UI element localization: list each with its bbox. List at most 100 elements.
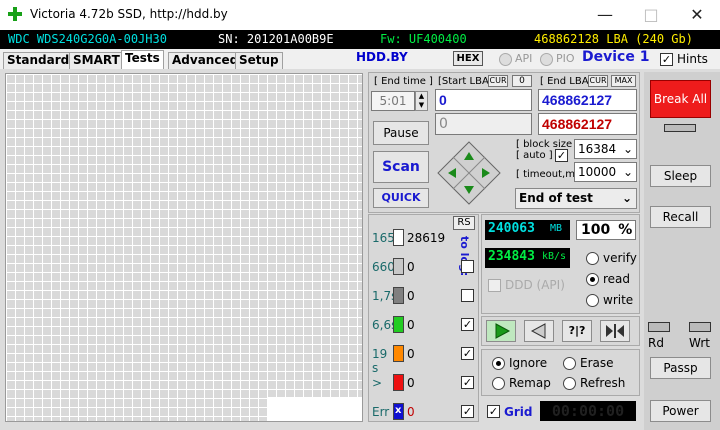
quick-button[interactable]: QUICK — [373, 188, 429, 208]
stat-log-checkbox[interactable]: ✓ — [461, 405, 474, 418]
title-bar: Victoria 4.72b SSD, http://hdd.by — □ ✕ — [0, 0, 720, 30]
rd-label: Rd — [648, 336, 664, 350]
rewind-icon — [530, 323, 546, 339]
break-indicator — [664, 124, 696, 132]
app-cross-icon — [8, 7, 22, 21]
stat-count: 0 — [407, 347, 415, 361]
end-button[interactable] — [600, 320, 630, 342]
ignore-radio[interactable] — [492, 357, 505, 370]
scan-button[interactable]: Scan — [373, 151, 429, 183]
end-cur-button[interactable]: CUR — [588, 75, 608, 87]
break-all-button[interactable]: Break All — [650, 80, 711, 118]
remap-label: Remap — [509, 376, 551, 390]
hex-button[interactable]: HEX — [453, 51, 483, 66]
grid-checkbox[interactable]: ✓ — [487, 405, 500, 418]
timeout-select[interactable]: 10000 ⌄ — [574, 162, 637, 182]
maximize-button[interactable]: □ — [628, 0, 674, 30]
start-cur-button[interactable]: CUR — [488, 75, 508, 87]
rs-button[interactable]: RS — [453, 216, 475, 230]
power-button[interactable]: Power — [650, 400, 711, 422]
tab-smart[interactable]: SMART — [69, 52, 124, 69]
end-action-value: End of test — [519, 191, 593, 205]
stat-log-checkbox[interactable] — [461, 289, 474, 302]
passp-button[interactable]: Passp — [650, 357, 711, 379]
tab-standard[interactable]: Standard — [3, 52, 74, 69]
mb-unit: MB — [550, 223, 563, 234]
stat-color-swatch — [393, 374, 404, 391]
recall-button[interactable]: Recall — [650, 206, 711, 228]
drive-capacity: 468862128 LBA (240 Gb) — [534, 32, 693, 46]
percent-value: 100 — [581, 222, 611, 238]
remap-radio[interactable] — [492, 377, 505, 390]
wrt-indicator — [689, 322, 711, 332]
start-lba-label: [Start LBA] — [438, 76, 493, 87]
chevron-down-icon: ⌄ — [622, 165, 633, 179]
stat-log-checkbox[interactable]: ✓ — [461, 318, 474, 331]
read-radio[interactable] — [586, 273, 599, 286]
mb-value: 240063 — [488, 221, 535, 236]
grid-label: Grid — [504, 405, 533, 419]
end-time-spinner[interactable]: ▲ ▼ — [415, 91, 428, 111]
stat-label: 660 — [372, 260, 395, 274]
write-label: write — [603, 293, 634, 307]
hints-checkbox[interactable]: ✓ — [660, 53, 673, 66]
close-button[interactable]: ✕ — [674, 0, 720, 30]
start-zero-button[interactable]: 0 — [512, 75, 532, 87]
refresh-label: Refresh — [580, 376, 626, 390]
sleep-button[interactable]: Sleep — [650, 165, 711, 187]
pause-button[interactable]: Pause — [373, 121, 429, 145]
scan-map-cells — [6, 74, 362, 421]
stat-log-checkbox[interactable]: ✓ — [461, 376, 474, 389]
verify-radio[interactable] — [586, 252, 599, 265]
auto-checkbox[interactable]: ✓ — [555, 149, 568, 162]
write-radio[interactable] — [586, 294, 599, 307]
drive-info-bar: WDC WDS240G2G0A-00JH30 SN: 201201A00B9E … — [0, 30, 720, 49]
pio-radio[interactable] — [540, 53, 553, 66]
ddd-checkbox[interactable] — [488, 279, 501, 292]
ignore-label: Ignore — [509, 356, 548, 370]
read-label: read — [603, 272, 631, 286]
erase-radio[interactable] — [563, 357, 576, 370]
api-label: API — [515, 52, 533, 65]
stat-color-swatch: x — [393, 403, 404, 420]
percent-display: 100% — [576, 220, 636, 240]
stat-log-checkbox[interactable]: ✓ — [461, 347, 474, 360]
erase-label: Erase — [580, 356, 614, 370]
hints-label: Hints — [677, 52, 708, 66]
end-time-field[interactable]: 5:01 — [371, 91, 415, 111]
start-lba-input[interactable]: 0 — [435, 89, 532, 111]
stat-color-swatch — [393, 229, 404, 246]
api-radio[interactable] — [499, 53, 512, 66]
auto-label: [ auto ] — [516, 150, 553, 161]
direction-pad[interactable] — [436, 140, 502, 206]
wrt-label: Wrt — [689, 336, 710, 350]
end-action-select[interactable]: End of test ⌄ — [515, 188, 637, 209]
speed-value: 234843 — [488, 249, 535, 264]
site-label[interactable]: HDD.BY — [356, 50, 408, 64]
minimize-button[interactable]: — — [582, 0, 628, 30]
refresh-radio[interactable] — [563, 377, 576, 390]
stat-label: > — [372, 376, 383, 390]
rewind-button[interactable] — [524, 320, 554, 342]
stat-log-checkbox[interactable] — [461, 260, 474, 273]
end-max-button[interactable]: MAX — [611, 75, 636, 87]
end-lba-input[interactable]: 468862127 — [538, 89, 637, 111]
speed-unit: kB/s — [542, 251, 567, 262]
stat-label: Err — [372, 405, 390, 419]
tab-tests[interactable]: Tests — [121, 50, 164, 69]
tab-setup[interactable]: Setup — [235, 52, 283, 69]
tab-advanced[interactable]: Advanced — [168, 52, 243, 69]
stat-label: 19 s — [372, 347, 388, 375]
ddd-label: DDD (API) — [505, 278, 565, 292]
drive-model: WDC WDS240G2G0A-00JH30 — [8, 32, 167, 46]
stat-color-swatch — [393, 287, 404, 304]
block-size-label: [ block size ] — [516, 139, 580, 150]
skip-end-icon — [606, 324, 624, 338]
play-button[interactable] — [486, 320, 516, 342]
stat-label: 6,6s — [372, 318, 398, 332]
stat-count: 0 — [407, 289, 415, 303]
mb-display: 240063 MB — [485, 220, 570, 240]
seek-button[interactable]: ?|? — [562, 320, 592, 342]
timeout-value: 10000 — [578, 165, 617, 179]
block-size-select[interactable]: 16384 ⌄ — [574, 139, 637, 159]
